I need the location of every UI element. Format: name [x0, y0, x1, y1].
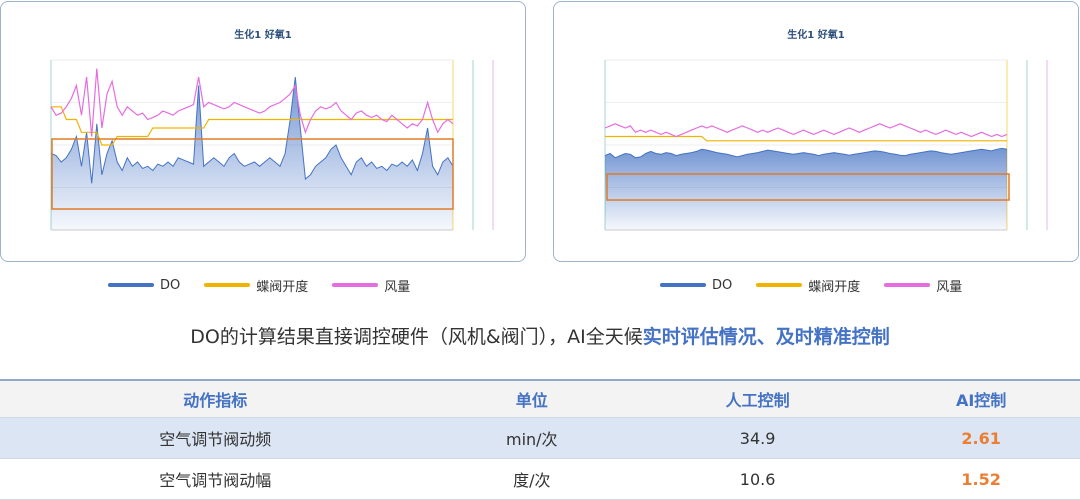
legend-label: DO [712, 277, 733, 293]
caption: DO的计算结果直接调控硬件（风机&阀门），AI全天候实时评估情况、及时精准控制 [0, 322, 1080, 349]
legend-label: 蝶阀开度 [808, 279, 861, 295]
table-cell: 空气调节阀动频 [0, 417, 431, 459]
table-cell: min/次 [430, 417, 633, 459]
legend-swatch [332, 283, 379, 287]
legend-item-valve: 蝶阀开度 [756, 276, 860, 295]
table-header: 人工控制 [632, 379, 883, 418]
legend-swatch [660, 283, 706, 287]
legend-item-valve: 蝶阀开度 [204, 276, 308, 295]
table-cell-ai: 2.61 [882, 417, 1080, 459]
legend-label: 风量 [936, 279, 963, 295]
legend-item-air: 风量 [332, 276, 410, 295]
legend-swatch [884, 283, 931, 287]
legend-swatch [108, 283, 154, 287]
table-header: 动作指标 [0, 379, 431, 418]
legend-swatch [204, 283, 251, 287]
comparison-table: 动作指标 单位 人工控制 AI控制 空气调节阀动频 min/次 34.9 2.6… [0, 379, 1080, 500]
table-header: 单位 [430, 379, 633, 418]
table-cell: 空气调节阀动幅 [0, 458, 431, 500]
table-row: 空气调节阀动幅 度/次 10.6 1.52 [0, 458, 1080, 500]
series-line-air [604, 123, 1008, 138]
legend-item-do: DO [660, 278, 732, 293]
series-line-valve [605, 135, 1007, 142]
series-area-do [51, 77, 453, 230]
table-cell: 10.6 [632, 458, 883, 500]
chart-svg [50, 59, 494, 231]
table-header-row: 动作指标 单位 人工控制 AI控制 [0, 379, 1080, 418]
chart-panel-left: 生化1 好氧1 [0, 1, 526, 262]
chart-svg [604, 59, 1048, 231]
table-row: 空气调节阀动频 min/次 34.9 2.61 [0, 417, 1080, 459]
table-cell: 34.9 [632, 417, 883, 459]
legend-left: DO 蝶阀开度 风量 [108, 276, 434, 295]
series-area-do [605, 148, 1007, 230]
table-cell: 度/次 [430, 458, 633, 500]
legend-label: 风量 [384, 279, 411, 295]
legend-label: 蝶阀开度 [256, 279, 309, 295]
table-header: AI控制 [882, 379, 1080, 418]
legend-item-do: DO [108, 278, 180, 293]
legend-item-air: 风量 [884, 276, 962, 295]
legend-swatch [756, 283, 803, 287]
caption-text: DO的计算结果直接调控硬件（风机&阀门），AI全天候 [190, 326, 643, 348]
legend-right: DO 蝶阀开度 风量 [660, 276, 986, 295]
chart-panel-right: 生化1 好氧1 [553, 1, 1079, 262]
caption-highlight: 实时评估情况、及时精准控制 [642, 326, 890, 348]
table-cell-ai: 1.52 [882, 458, 1080, 500]
legend-label: DO [160, 277, 181, 293]
